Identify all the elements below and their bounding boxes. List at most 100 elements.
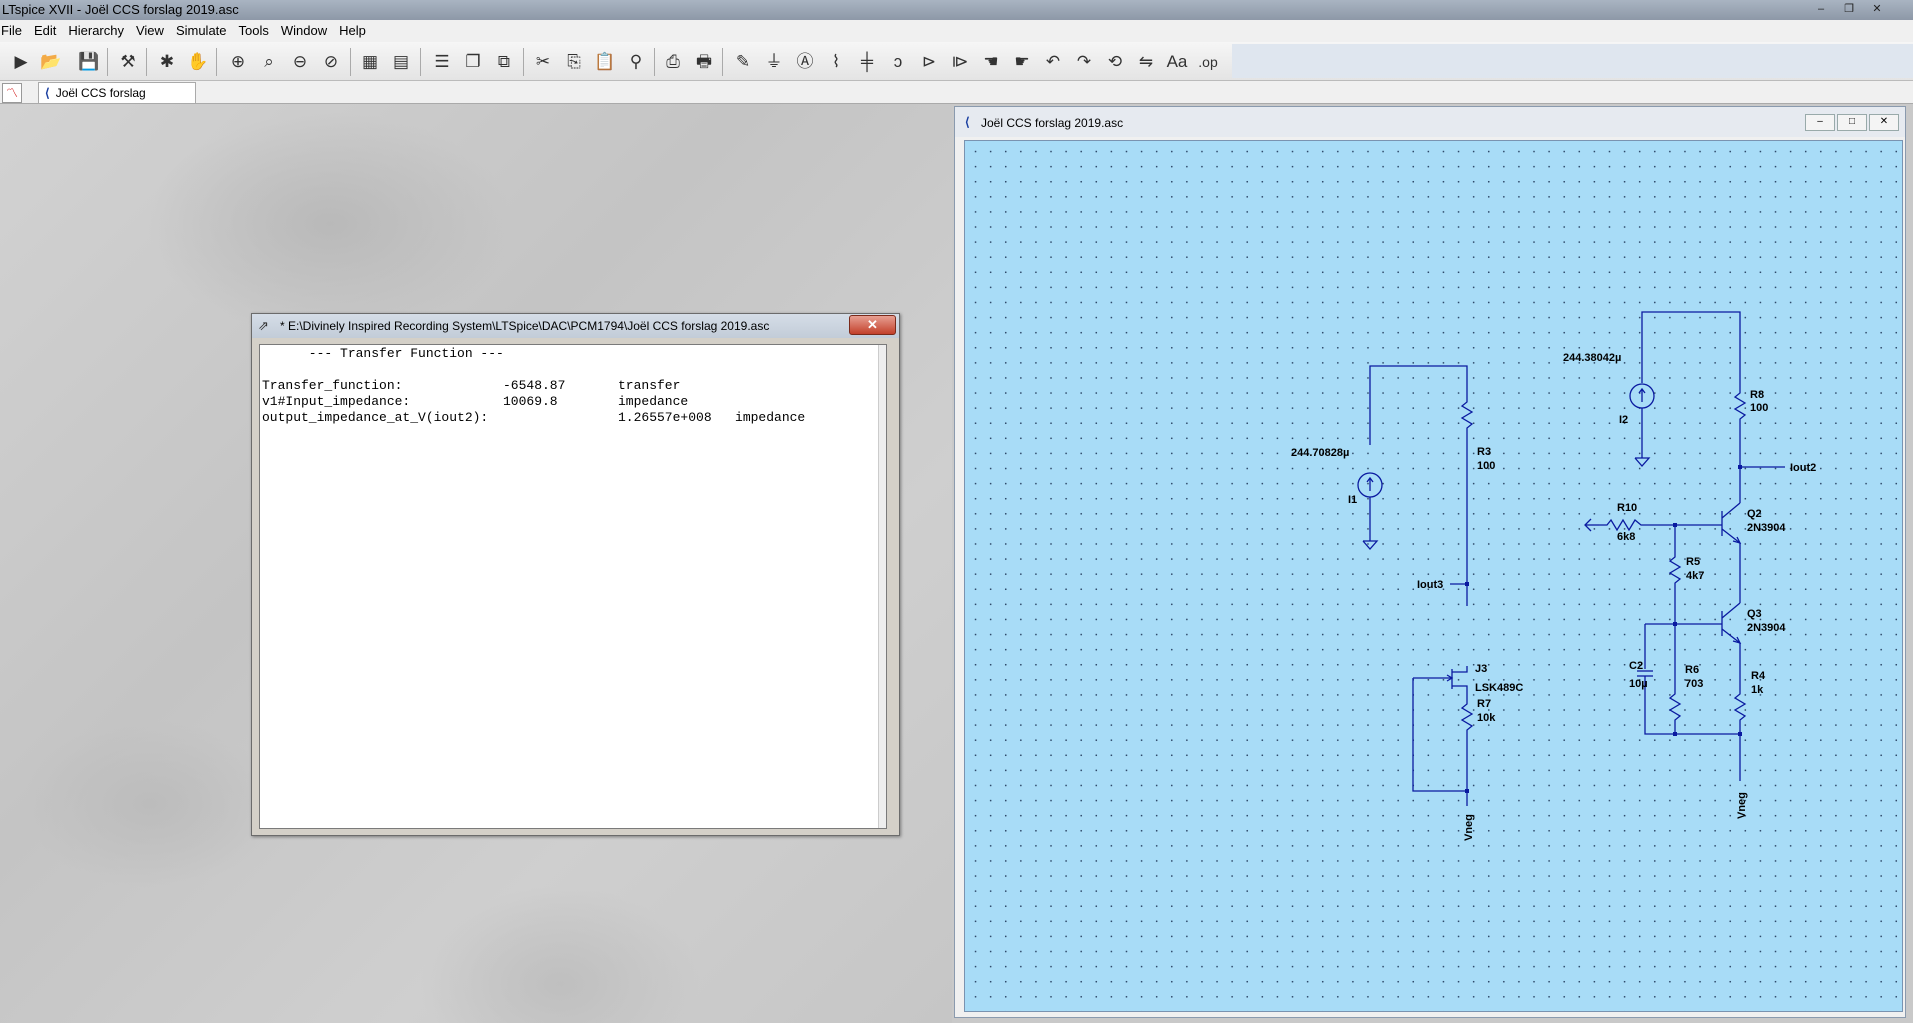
redo-icon[interactable]: ↷ xyxy=(1072,50,1096,74)
print-setup-icon[interactable]: 🖶 xyxy=(692,50,716,74)
spice-directive-icon[interactable]: .op xyxy=(1196,50,1220,74)
inductor-icon[interactable]: ↄ xyxy=(886,50,910,74)
pan-hand-icon[interactable]: ✋ xyxy=(186,50,210,74)
rotate-icon[interactable]: ⟲ xyxy=(1103,50,1127,74)
menu-bar: File Edit Hierarchy View Simulate Tools Window… xyxy=(0,20,1913,42)
draw-wire-icon[interactable]: ✎ xyxy=(731,50,755,74)
tab-schematic[interactable]: ⟨Joël CCS forslag 2019.asc xyxy=(38,82,196,120)
label-q2-name: Q2 xyxy=(1747,508,1762,520)
save-icon[interactable]: 💾 xyxy=(77,50,101,74)
label-j3-name: J3 xyxy=(1475,663,1487,675)
zoom-in-icon[interactable]: ⊕ xyxy=(226,50,250,74)
junction xyxy=(1738,465,1742,469)
label-r4-value: 1k xyxy=(1751,684,1764,696)
label-vneg-right: Vneg xyxy=(1736,792,1748,819)
close-button[interactable]: ✕ xyxy=(849,315,896,335)
wire xyxy=(1412,678,1467,792)
text-icon[interactable]: Aa xyxy=(1165,50,1189,74)
spice-output-window[interactable]: ⇗ * E:\Divinely Inspired Recording Syste… xyxy=(251,313,900,836)
junction xyxy=(1465,789,1469,793)
zoom-cancel-icon[interactable]: ⊘ xyxy=(319,50,343,74)
result-name: v1#Input_impedance: xyxy=(262,394,411,409)
control-panel-icon[interactable]: ⚒ xyxy=(116,50,140,74)
junction xyxy=(1673,732,1677,736)
label-q3-name: Q3 xyxy=(1747,608,1762,620)
run-icon[interactable]: ▶ xyxy=(9,50,33,74)
schematic-canvas[interactable]: 244.38042µ I2 R8 100 Iout2 Q2 2N3904 R10… xyxy=(964,140,1903,1012)
result-value: 10069.8 xyxy=(503,394,558,409)
restore-window-button[interactable]: □ xyxy=(1837,114,1867,131)
menu-help[interactable]: Help xyxy=(333,20,372,38)
menu-view[interactable]: View xyxy=(130,20,170,38)
result-value: -6548.87 xyxy=(503,378,566,393)
zoom-out-icon[interactable]: ⊖ xyxy=(288,50,312,74)
capacitor-icon[interactable]: ╪ xyxy=(855,50,879,74)
tile-horizontal-icon[interactable]: ☰ xyxy=(430,50,454,74)
component-icon[interactable]: ⧐ xyxy=(948,50,972,74)
result-unit: impedance xyxy=(618,394,689,409)
label-j3-model: LSK489C xyxy=(1475,682,1523,694)
vertical-scrollbar[interactable] xyxy=(878,345,886,828)
label-net-icon[interactable]: Ⓐ xyxy=(793,50,817,74)
schematic-window[interactable]: ⟨ Joël CCS forslag 2019.asc – □ ✕ 244.38… xyxy=(954,106,1906,1018)
find-binoculars-icon[interactable]: ⚲ xyxy=(624,50,648,74)
move-hand-icon[interactable]: ☚ xyxy=(979,50,1003,74)
label-r5-name: R5 xyxy=(1686,556,1700,568)
label-i2-name: I2 xyxy=(1619,414,1628,426)
label-r10-name: R10 xyxy=(1617,502,1637,514)
diode-icon[interactable]: ⊳ xyxy=(917,50,941,74)
grid-icon[interactable]: ▤ xyxy=(389,50,413,74)
resistor-r8 xyxy=(1733,387,1747,424)
spice-output-title: * E:\Divinely Inspired Recording System\… xyxy=(280,319,770,333)
zoom-fit-icon[interactable]: ⌕ xyxy=(257,50,281,74)
menu-window[interactable]: Window xyxy=(275,20,333,38)
waveform-tab-icon[interactable]: 〽 xyxy=(2,83,22,103)
menu-simulate[interactable]: Simulate xyxy=(170,20,233,38)
spice-output-text[interactable]: --- Transfer Function --- Transfer_funct… xyxy=(259,344,887,829)
app-title-bar: LTspice XVII - Joël CCS forslag 2019.asc… xyxy=(0,0,1913,20)
junction xyxy=(1738,732,1742,736)
junction xyxy=(1465,582,1469,586)
cut-icon[interactable]: ✂ xyxy=(531,50,555,74)
resistor-icon[interactable]: ⌇ xyxy=(824,50,848,74)
undo-icon[interactable]: ↶ xyxy=(1041,50,1065,74)
minimize-button[interactable]: – xyxy=(1808,1,1834,17)
copy-icon[interactable]: ⎘ xyxy=(562,50,586,74)
label-r8-name: R8 xyxy=(1750,389,1764,401)
menu-edit[interactable]: Edit xyxy=(28,20,62,38)
label-r3-name: R3 xyxy=(1477,446,1491,458)
label-c2-name: C2 xyxy=(1629,660,1643,672)
menu-tools[interactable]: Tools xyxy=(233,20,275,38)
schematic-title-bar[interactable]: ⟨ Joël CCS forslag 2019.asc – □ ✕ xyxy=(955,107,1905,137)
toolbar: ▶ 📂 💾 ⚒ ✱ ✋ ⊕ ⌕ ⊖ ⊘ ▦ ▤ ☰ ❐ ⧉ ✂ ⎘ 📋 ⚲ ⎙ … xyxy=(0,42,1913,81)
resistor-r3 xyxy=(1460,396,1474,433)
label-r6-value: 703 xyxy=(1685,678,1703,690)
close-app-button[interactable]: ✕ xyxy=(1864,1,1890,17)
minimize-window-button[interactable]: – xyxy=(1805,114,1835,131)
transfer-function-header: --- Transfer Function --- xyxy=(262,346,504,361)
schematic-drawing[interactable]: 244.38042µ I2 R8 100 Iout2 Q2 2N3904 R10… xyxy=(965,141,1902,1011)
mirror-icon[interactable]: ⇋ xyxy=(1134,50,1158,74)
autorange-icon[interactable]: ▦ xyxy=(358,50,382,74)
spice-output-title-bar[interactable]: ⇗ * E:\Divinely Inspired Recording Syste… xyxy=(252,314,899,338)
menu-hierarchy[interactable]: Hierarchy xyxy=(62,20,130,38)
label-c2-value: 10µ xyxy=(1629,678,1648,690)
label-iout3: Iout3 xyxy=(1417,579,1443,591)
paste-icon[interactable]: 📋 xyxy=(593,50,617,74)
open-folder-icon[interactable]: 📂 xyxy=(39,50,63,74)
close-window-button[interactable]: ✕ xyxy=(1869,114,1899,131)
tile-vertical-icon[interactable]: ⧉ xyxy=(492,50,516,74)
label-i2-value: 244.38042µ xyxy=(1563,352,1621,364)
menu-file[interactable]: File xyxy=(0,20,28,38)
halt-icon[interactable]: ✱ xyxy=(155,50,179,74)
cascade-icon[interactable]: ❐ xyxy=(461,50,485,74)
label-r3-value: 100 xyxy=(1477,460,1495,472)
label-r8-value: 100 xyxy=(1750,402,1768,414)
ground-icon[interactable]: ⏚ xyxy=(762,50,786,74)
wire xyxy=(1641,311,1741,387)
label-vneg-left: Vneg xyxy=(1463,814,1475,841)
schematic-icon: ⟨ xyxy=(45,86,50,100)
print-icon[interactable]: ⎙ xyxy=(661,50,685,74)
drag-hand-icon[interactable]: ☛ xyxy=(1010,50,1034,74)
maximize-button[interactable]: ❐ xyxy=(1836,1,1862,17)
